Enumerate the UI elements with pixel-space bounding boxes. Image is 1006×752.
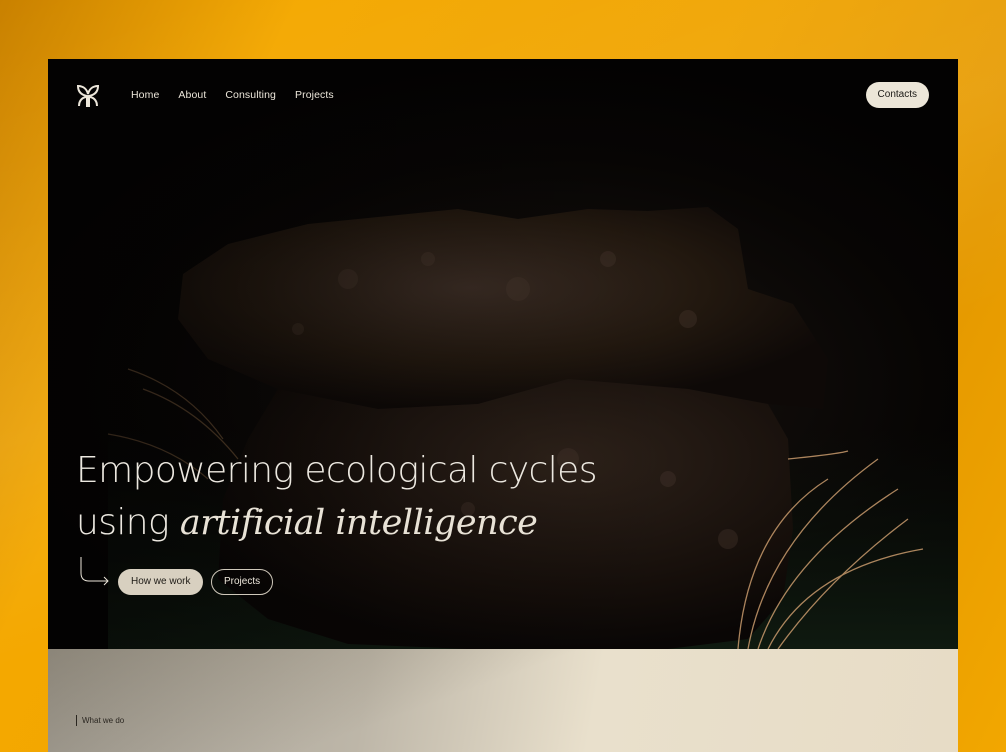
nav-home[interactable]: Home	[131, 89, 159, 101]
hero-section: Home About Consulting Projects Contacts …	[48, 59, 958, 649]
contacts-button[interactable]: Contacts	[865, 82, 929, 108]
nav-links: Home About Consulting Projects	[131, 89, 353, 101]
headline-line-2: using artificial intelligence	[76, 497, 597, 549]
nav-projects[interactable]: Projects	[295, 89, 334, 101]
section-shadow	[48, 649, 958, 752]
what-we-do-section: What we do	[48, 649, 958, 752]
section-label: What we do	[76, 715, 124, 726]
top-navigation: Home About Consulting Projects Contacts	[48, 59, 958, 131]
hero-headline: Empowering ecological cycles using artif…	[76, 445, 597, 549]
curved-arrow-icon	[80, 557, 109, 586]
projects-button[interactable]: Projects	[211, 569, 274, 595]
headline-emphasis: artificial intelligence	[179, 503, 538, 543]
website-frame: Home About Consulting Projects Contacts …	[48, 59, 958, 752]
butterfly-logo-icon[interactable]	[76, 84, 100, 108]
hero-overlay	[48, 59, 958, 649]
how-we-work-button[interactable]: How we work	[118, 569, 204, 595]
headline-line-1: Empowering ecological cycles	[76, 450, 597, 491]
headline-plain: using	[76, 502, 180, 543]
nav-about[interactable]: About	[178, 89, 206, 101]
nav-consulting[interactable]: Consulting	[225, 89, 276, 101]
